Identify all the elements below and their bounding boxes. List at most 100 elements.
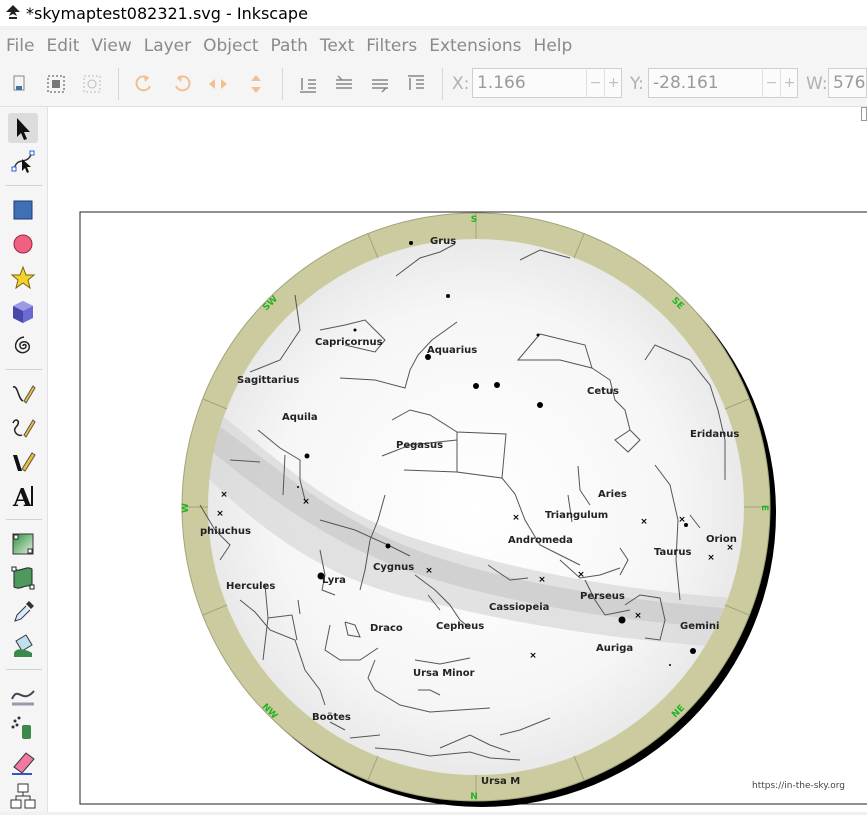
label-gemini: Gemini [680,621,719,632]
connector-tool[interactable] [8,781,38,811]
pen-icon [12,419,36,438]
tweak-tool[interactable] [8,679,38,709]
calligraphy-icon [13,452,36,472]
node-tool[interactable] [8,147,38,177]
toolbox-separator [6,369,42,370]
w-value: 576. [833,73,866,93]
menu-filters[interactable]: Filters [360,36,423,56]
eraser-tool[interactable] [8,747,38,777]
spiral-icon [14,336,31,354]
text-tool[interactable]: A [8,481,38,512]
pointer-arrow-icon [17,118,30,140]
raise-to-top-icon[interactable] [404,72,428,96]
scroll-handle[interactable] [861,107,867,121]
spiral-tool[interactable] [8,331,38,361]
menu-extensions[interactable]: Extensions [423,36,527,56]
toolbox-separator [6,669,42,670]
y-increment[interactable]: + [780,68,798,98]
raise-icon[interactable] [368,72,392,96]
calligraphy-tool[interactable] [8,447,38,477]
lower-to-bottom-icon[interactable] [296,72,320,96]
text-a-icon: A [12,483,33,512]
w-label: W: [806,74,828,94]
label-cygnus: Cygnus [373,562,414,573]
mesh-tool[interactable] [8,563,38,593]
select-all-icon[interactable] [8,72,32,96]
w-field[interactable]: 576. [828,68,867,98]
label-auriga: Auriga [596,643,633,654]
menu-object[interactable]: Object [197,36,264,56]
svg-text:×: × [577,570,585,580]
label-ursa-major: Ursa M [481,776,520,787]
star-icon [10,265,36,290]
flip-vertical-icon[interactable] [244,72,268,96]
inkscape-icon [6,5,20,19]
menu-file[interactable]: File [0,36,40,56]
label-eridanus: Eridanus [690,429,739,440]
menu-path[interactable]: Path [265,36,314,56]
spray-tool[interactable] [8,713,38,743]
sky-map-drawing: ××× × × × ××× × ×× × Grus Capricornus Aquar… [79,211,867,807]
gradient-icon [12,533,34,555]
selector-tool[interactable] [8,113,38,143]
svg-text:A: A [12,483,32,511]
label-ursa-minor: Ursa Minor [413,668,475,679]
label-orion: Orion [706,534,737,545]
pencil-icon [12,385,36,404]
toolbar-separator [118,68,119,100]
x-label: X: [452,74,470,94]
eyedropper-icon [14,601,34,622]
toolbox-separator [6,519,42,520]
tweak-icon [11,690,35,706]
3d-box-tool[interactable] [8,297,38,327]
svg-text:×: × [425,566,433,576]
mesh-icon [11,566,35,590]
pen-tool[interactable] [8,413,38,443]
drawing-canvas[interactable]: × × × × × × × × × × × × × Grus Capricornus Aquar… [48,107,867,812]
toolbar-separator [442,68,443,100]
rotate-cw-icon[interactable] [170,72,194,96]
menu-edit[interactable]: Edit [40,36,85,56]
paint-bucket-icon [14,634,33,657]
label-perseus: Perseus [580,591,625,602]
x-increment[interactable]: + [604,68,622,98]
pencil-tool[interactable] [8,379,38,409]
menu-help[interactable]: Help [528,36,579,56]
paint-bucket-tool[interactable] [8,631,38,661]
menu-view[interactable]: View [85,36,137,56]
svg-text:×: × [512,513,520,523]
eraser-icon [12,752,35,775]
dropper-tool[interactable] [8,597,38,627]
x-decrement[interactable]: − [586,68,604,98]
rectangle-tool[interactable] [8,195,38,225]
label-hercules: Hercules [226,581,275,592]
toolbox-separator [6,185,42,186]
tool-controls-bar: X: 1.166 − + Y: -28.161 − + W: 576. [0,62,867,107]
label-pegasus: Pegasus [396,440,443,451]
y-decrement[interactable]: − [762,68,780,98]
dir-south: S [471,215,477,225]
ellipse-tool[interactable] [8,229,38,259]
label-sagittarius: Sagittarius [237,375,299,386]
rectangle-icon [13,200,33,220]
lower-icon[interactable] [332,72,356,96]
star-tool[interactable] [8,263,38,293]
svg-text:×: × [707,553,715,563]
svg-text:×: × [640,517,648,527]
menu-layer[interactable]: Layer [138,36,197,56]
rotate-ccw-icon[interactable] [132,72,156,96]
label-cetus: Cetus [587,386,619,397]
gradient-tool[interactable] [8,529,38,559]
select-all-layers-icon[interactable] [44,72,68,96]
label-taurus: Taurus [654,547,691,558]
dir-north: N [470,792,478,802]
x-value: 1.166 [477,73,526,93]
deselect-icon[interactable] [80,72,104,96]
svg-text:×: × [678,515,686,525]
label-lyra: Lyra [322,575,346,586]
menu-text[interactable]: Text [314,36,360,56]
label-grus: Grus [430,236,456,247]
svg-text:×: × [529,651,537,661]
flip-horizontal-icon[interactable] [206,72,230,96]
label-andromeda: Andromeda [508,535,573,546]
